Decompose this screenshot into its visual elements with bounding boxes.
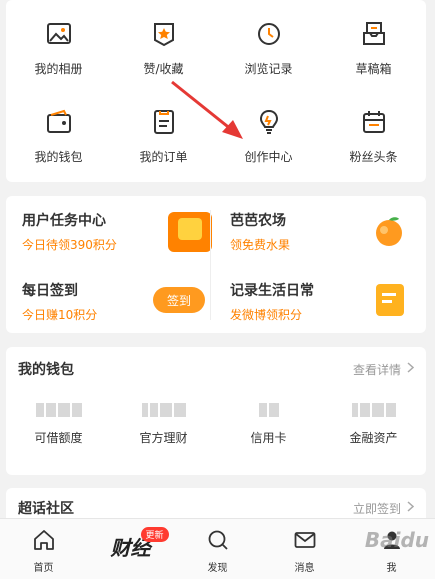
record-sub: 发微博领积分 [230,308,303,322]
task-center-sub: 今日待领390积分 [22,238,117,252]
tab-home-label: 首页 [33,563,54,574]
tab-discover[interactable]: 发现 [174,519,261,579]
super-checkin-label: 立即签到 [352,501,401,516]
wallet-item-label: 信用卡 [250,431,287,445]
farm-task[interactable]: 芭芭农场 领免费水果 [230,210,290,266]
wallet-item-label: 可借额度 [34,431,83,445]
tab-messages-label: 消息 [294,563,315,574]
task-center-title: 用户任务中心 [22,213,106,229]
tab-me-label: 我 [386,563,397,574]
wallet-details-label: 查看详情 [352,362,401,377]
super-checkin-link[interactable]: 立即签到 [352,500,415,517]
blurred-value [351,403,396,417]
chevron-right-icon [407,362,415,376]
note-icon [376,284,404,316]
baidu-watermark: Baidu [364,528,429,552]
chevron-right-icon [407,501,415,515]
daily-checkin[interactable]: 每日签到 今日赚10积分 [22,280,97,336]
record-life-task[interactable]: 记录生活日常 发微博领积分 [230,280,314,336]
blurred-value [35,403,82,417]
wallet-item-creditcard[interactable]: 信用卡 [216,403,321,446]
home-icon [32,528,56,556]
wallet-item-finance[interactable]: 官方理财 [111,403,216,446]
task-center[interactable]: 用户任务中心 今日待领390积分 [22,210,117,266]
wallet-details-link[interactable]: 查看详情 [352,361,415,378]
tasks-divider [210,210,211,320]
blurred-value [141,403,186,417]
record-title: 记录生活日常 [230,283,314,299]
tab-discover-label: 发现 [207,563,228,574]
farm-title: 芭芭农场 [230,213,286,229]
checkin-sub: 今日赚10积分 [22,308,98,322]
checkin-button[interactable]: 签到 [153,287,205,313]
search-icon [206,528,230,556]
farm-sub: 领免费水果 [230,238,291,252]
wallet-title: 我的钱包 [18,362,74,378]
task-center-image [168,212,212,252]
wallet-card: 我的钱包 查看详情 可借额度 官方理财 信用卡 金融资产 [6,347,426,475]
wallet-item-credit[interactable]: 可借额度 [6,403,111,446]
blurred-value [258,403,279,417]
wallet-item-label: 金融资产 [349,431,398,445]
tab-home[interactable]: 首页 [0,519,87,579]
checkin-title: 每日签到 [22,283,78,299]
fruit-icon [372,214,406,248]
tab-messages[interactable]: 消息 [261,519,348,579]
mail-icon [293,528,317,556]
super-topic-title: 超话社区 [18,501,74,517]
wallet-item-assets[interactable]: 金融资产 [321,403,426,446]
update-badge: 更新 [140,527,169,542]
tab-finance[interactable]: 财经 更新 [87,519,174,579]
wallet-item-label: 官方理财 [139,431,188,445]
tasks-card: 用户任务中心 今日待领390积分 芭芭农场 领免费水果 每日签到 今日赚10积分… [6,196,426,333]
